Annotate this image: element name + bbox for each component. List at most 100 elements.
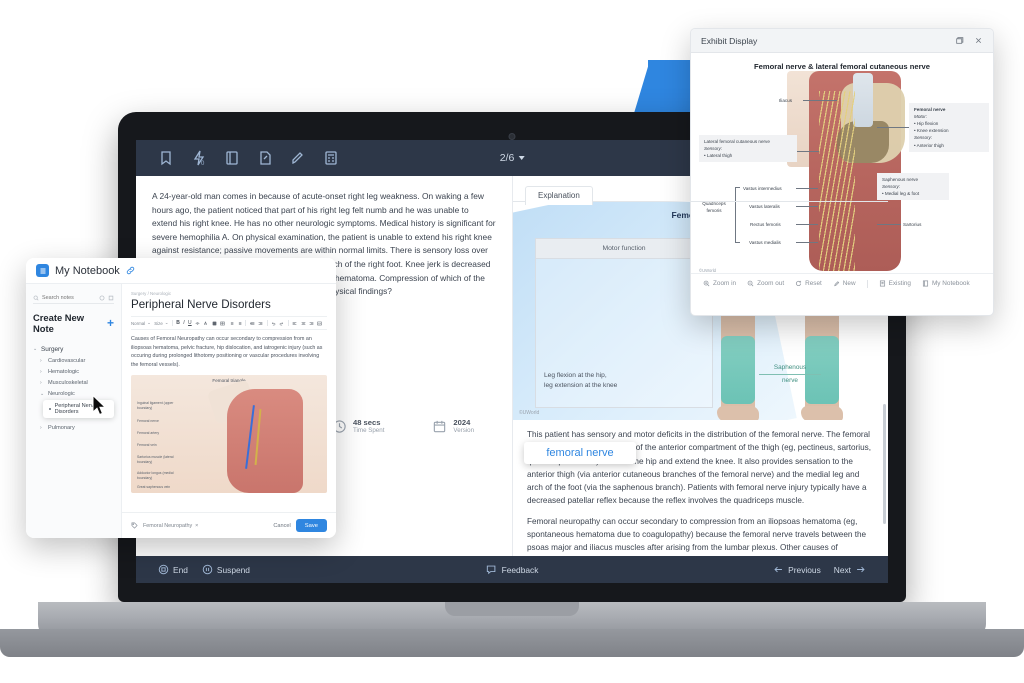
note-icon[interactable] [257, 150, 273, 166]
feedback-button[interactable]: Feedback [486, 564, 538, 575]
suspend-button[interactable]: Suspend [202, 564, 250, 575]
notebook-logo-icon [36, 264, 49, 277]
existing-note-button[interactable]: Existing [879, 280, 911, 287]
indent-icon[interactable] [250, 321, 255, 326]
tab-explanation[interactable]: Explanation [525, 186, 593, 205]
explanation-paragraph: This patient has sensory and motor defic… [527, 430, 872, 506]
search-notes-field[interactable] [33, 292, 114, 304]
femoral-motor-item: Knee extension [914, 127, 984, 134]
label-vastus-lateralis: Vastus lateralis [749, 204, 780, 209]
note-title[interactable]: Peripheral Nerve Disorders [131, 298, 327, 311]
new-note-button[interactable]: New [833, 280, 856, 287]
thigh-muscle [227, 388, 303, 493]
italic-icon[interactable]: I [183, 320, 184, 326]
sidebar-item-musculoskeletal[interactable]: › Musculoskeletal [33, 378, 114, 389]
motor-function-text: Leg flexion at the hip, leg extension at… [544, 372, 618, 390]
zoom-out-button[interactable]: Zoom out [747, 280, 784, 287]
breadcrumb: Surgery / Neurologic [131, 291, 172, 296]
note-tag[interactable]: Femoral Neuropathy × [143, 523, 198, 529]
text-color-icon[interactable] [203, 320, 208, 326]
strikethrough-icon[interactable] [195, 321, 200, 326]
lab-values-icon[interactable]: 0 [191, 150, 207, 166]
search-icon [33, 295, 39, 301]
term-popup-label: femoral nerve [546, 447, 614, 459]
sidebar-item-surgery[interactable]: ⌄ Surgery [33, 343, 114, 355]
align-left-icon[interactable] [292, 321, 297, 326]
exhibit-toolbar: Zoom in Zoom out Reset New Existing My N… [691, 273, 993, 293]
previous-button[interactable]: Previous [773, 564, 821, 575]
save-button[interactable]: Save [295, 519, 327, 532]
leader-line [796, 224, 818, 225]
note-figure-label: Femoral nerve [137, 418, 159, 423]
note-figure: Femoral triangle Inguinal ligament (uppe… [131, 374, 327, 493]
label-rectus-femoris: Rectus femoris [750, 222, 781, 227]
create-new-note-button[interactable]: Create New Note + [33, 312, 114, 334]
close-icon[interactable]: × [195, 523, 198, 529]
restore-icon[interactable] [955, 36, 964, 45]
sidebar-item-hematologic[interactable]: › Hematologic [33, 366, 114, 377]
bookmark-icon[interactable] [158, 150, 174, 166]
leader-line [797, 151, 819, 152]
note-figure-label: Femoral artery [137, 430, 160, 435]
motor-function-header: Motor function [536, 239, 712, 259]
bullet-list-icon[interactable] [229, 321, 234, 326]
existing-note-label: Existing [888, 280, 911, 287]
sidebar-item-cardiovascular[interactable]: › Cardiovascular [33, 355, 114, 366]
collapse-icon[interactable] [108, 295, 114, 301]
zoom-in-button[interactable]: Zoom in [703, 280, 736, 287]
highlighter-icon[interactable] [290, 150, 306, 166]
bold-icon[interactable]: B [176, 320, 180, 326]
lfcn-title: Lateral femoral cutaneous nerve [704, 139, 770, 144]
end-button[interactable]: End [158, 564, 188, 575]
suspend-label: Suspend [216, 564, 250, 575]
end-label: End [173, 564, 188, 575]
explanation-scrollbar[interactable] [883, 404, 886, 524]
saphenous-label-line1: Saphenous [773, 363, 807, 371]
outdent-icon[interactable] [258, 321, 263, 326]
highlight-color-icon[interactable] [212, 321, 217, 326]
saphenous-label-line2: nerve [782, 377, 798, 385]
reset-button[interactable]: Reset [795, 280, 822, 287]
next-label: Next [833, 564, 851, 575]
align-right-icon[interactable] [309, 321, 314, 326]
table-icon[interactable] [220, 321, 225, 326]
underline-icon[interactable]: U [188, 320, 192, 326]
reset-label: Reset [805, 280, 822, 287]
cancel-button[interactable]: Cancel [273, 523, 290, 529]
label-lateral-femoral-cutaneous-nerve: Lateral femoral cutaneous nerve Sensory:… [699, 135, 797, 163]
lumbar-spine [853, 73, 873, 127]
page-indicator[interactable]: 2/6 [500, 152, 525, 164]
notebook-title: My Notebook [55, 264, 120, 277]
explanation-tabs: Explanation [513, 176, 888, 205]
my-notebook-button[interactable]: My Notebook [922, 280, 970, 287]
undo-icon[interactable] [271, 321, 276, 326]
format-style-select[interactable]: Normal ⌄ [131, 320, 151, 326]
search-input[interactable] [42, 294, 94, 301]
arrow-right-icon [855, 564, 866, 575]
filter-icon[interactable] [99, 295, 105, 301]
sidebar-item-label: Pulmonary [48, 424, 75, 431]
term-popup[interactable]: femoral nerve [524, 442, 636, 464]
plus-icon[interactable]: + [107, 317, 114, 329]
format-size-select[interactable]: Size ⌄ [154, 320, 168, 326]
note-body-text[interactable]: Causes of Femoral Neuropathy can occur s… [131, 335, 327, 370]
stat-time-spent: 48 secs Time Spent [332, 418, 384, 435]
notebook-icon[interactable] [224, 150, 240, 166]
stat-value: 48 secs [353, 418, 381, 427]
saphenous-sensory-item: Medial leg & foot [882, 190, 944, 197]
tag-icon [131, 522, 138, 529]
redo-icon[interactable] [279, 321, 284, 326]
note-figure-label: Great saphenous vein [137, 485, 171, 490]
laptop-camera [508, 133, 516, 140]
link-icon[interactable] [126, 266, 135, 275]
numbered-list-icon[interactable] [237, 321, 242, 326]
insert-image-icon[interactable] [317, 321, 322, 326]
next-button[interactable]: Next [834, 564, 866, 575]
calculator-icon[interactable] [323, 150, 339, 166]
chevron-down-icon: ⌄ [147, 320, 151, 325]
femoral-motor-item: Hip flexion [914, 120, 984, 127]
close-icon[interactable] [974, 36, 983, 45]
sidebar-item-pulmonary[interactable]: › Pulmonary [33, 422, 114, 433]
label-quadriceps-femoris: Quadriceps femoris [702, 201, 726, 214]
align-center-icon[interactable] [301, 321, 306, 326]
